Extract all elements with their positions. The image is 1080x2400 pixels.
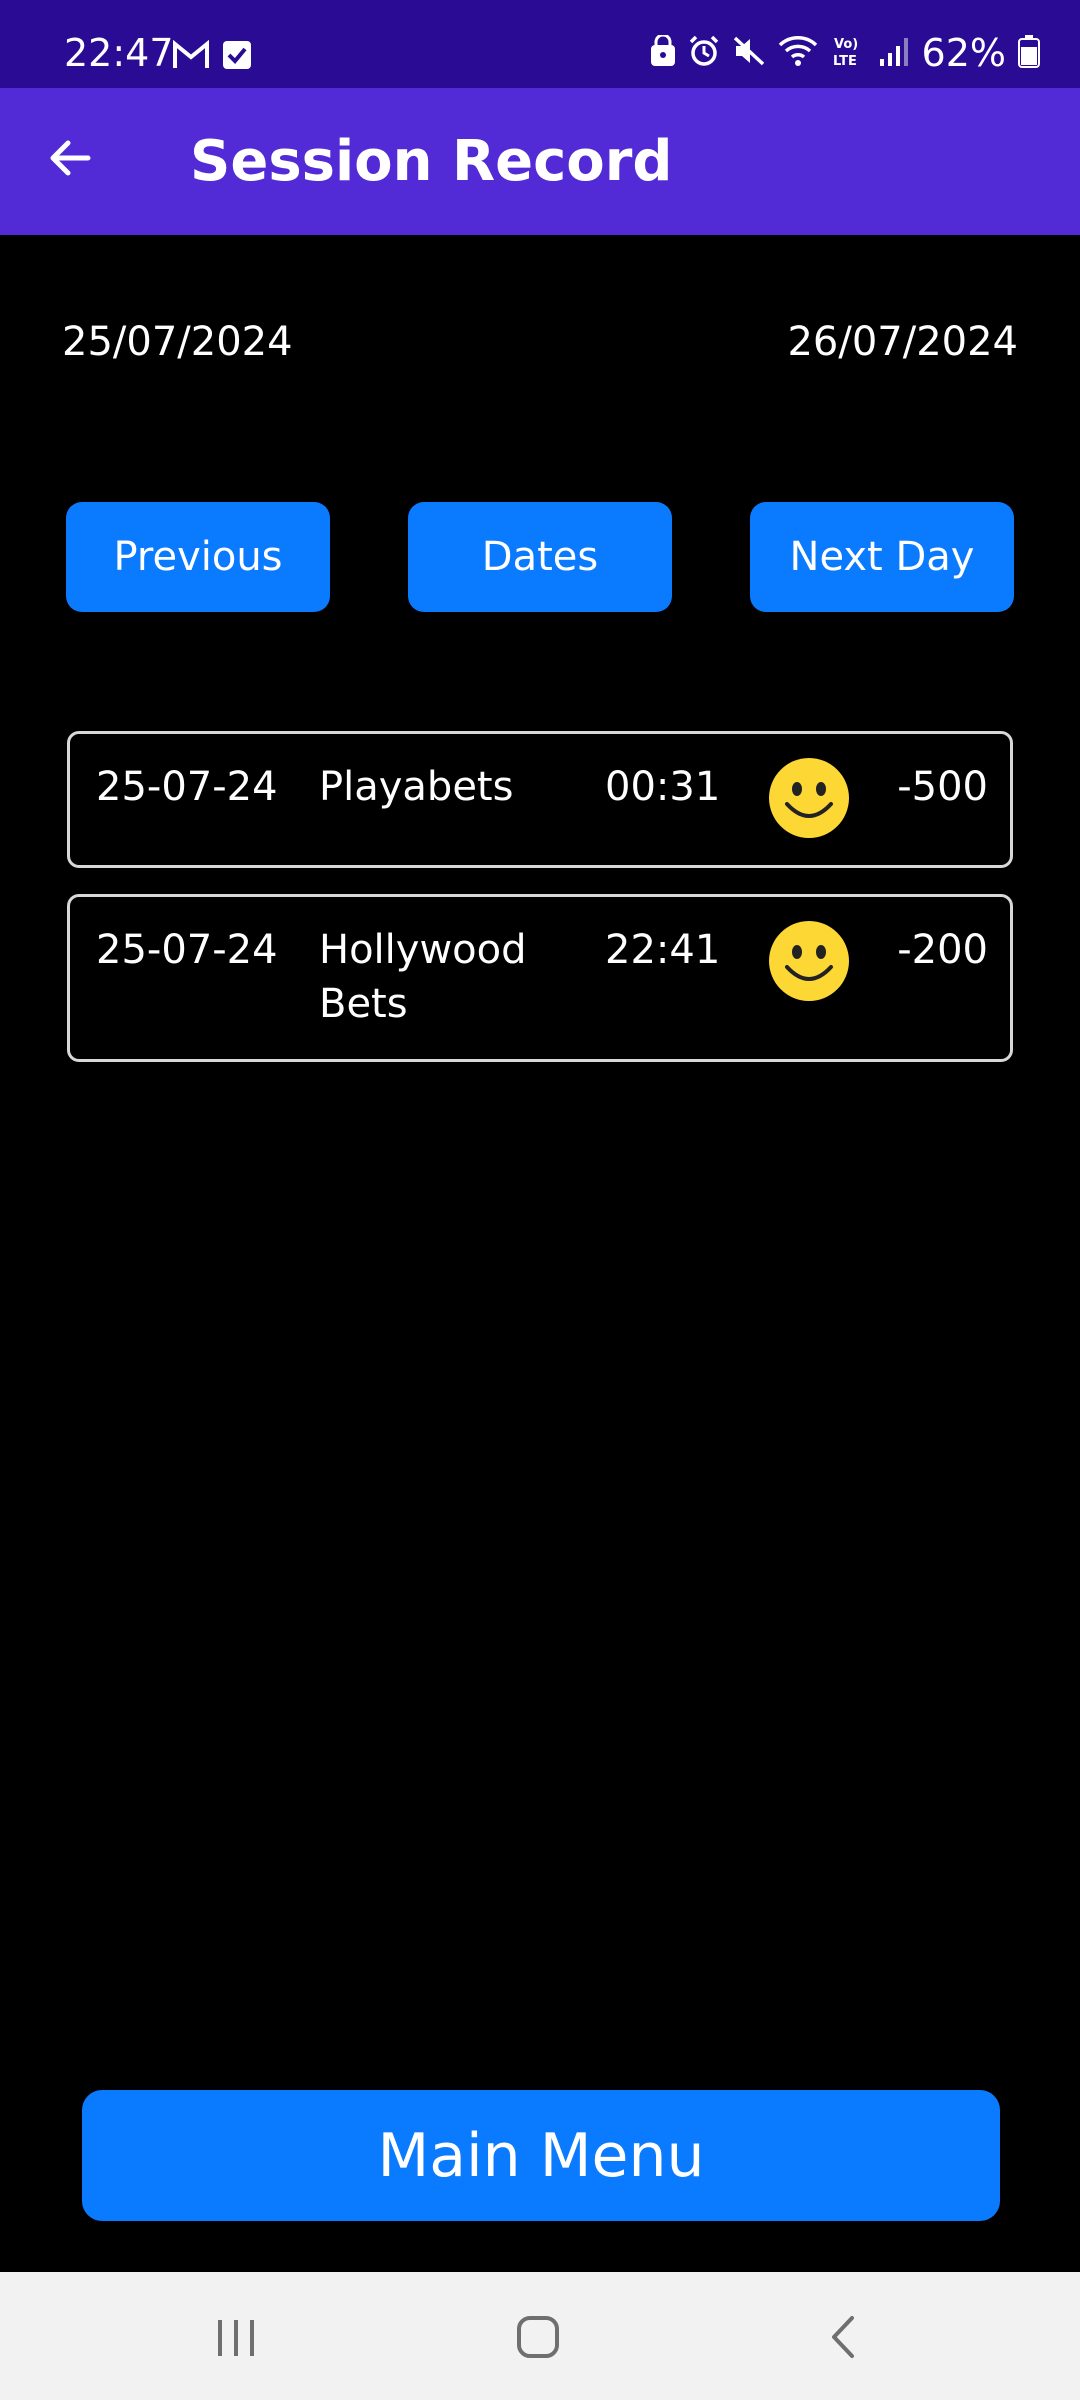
record-date: 25-07-24 (96, 764, 278, 810)
status-time: 22:47 (64, 31, 174, 75)
svg-text:LTE: LTE (833, 54, 857, 68)
record-name: Hollywood Bets (319, 927, 527, 1027)
checkbox-icon (222, 40, 252, 74)
back-button[interactable] (38, 128, 102, 192)
dates-button[interactable]: Dates (408, 502, 672, 612)
signal-icon (878, 35, 910, 71)
record-row[interactable]: 25-07-24 Hollywood Bets 22:41 -200 (67, 894, 1013, 1062)
alarm-icon (688, 35, 720, 71)
record-date: 25-07-24 (96, 927, 278, 973)
battery-percent: 62% (921, 31, 1006, 75)
mute-icon (732, 35, 766, 71)
record-row[interactable]: 25-07-24 Playabets 00:31 -500 (67, 731, 1013, 868)
end-date: 26/07/2024 (787, 319, 1018, 365)
record-time: 22:41 (605, 927, 721, 973)
record-name: Playabets (319, 764, 514, 810)
wifi-icon (778, 35, 818, 71)
smiley-icon (767, 919, 851, 1003)
volte-icon: Vo) LTE (830, 34, 866, 72)
home-icon[interactable] (515, 2314, 561, 2364)
previous-button[interactable]: Previous (66, 502, 330, 612)
back-icon[interactable] (822, 2314, 866, 2364)
smiley-icon (767, 756, 851, 840)
record-amount: -500 (897, 764, 988, 810)
next-day-button[interactable]: Next Day (750, 502, 1014, 612)
main-menu-button[interactable]: Main Menu (82, 2090, 1000, 2221)
svg-text:Vo): Vo) (834, 37, 858, 52)
page-title: Session Record (190, 129, 673, 194)
app-bar: Session Record (0, 88, 1080, 235)
status-bar: 22:47 Vo) LTE 62% (0, 0, 1080, 88)
start-date: 25/07/2024 (62, 319, 293, 365)
arrow-left-icon (46, 134, 94, 186)
record-time: 00:31 (605, 764, 721, 810)
recents-icon[interactable] (214, 2316, 258, 2364)
record-amount: -200 (897, 927, 988, 973)
gmail-icon (172, 39, 210, 74)
battery-icon (1018, 34, 1040, 72)
lock-icon (650, 33, 676, 71)
